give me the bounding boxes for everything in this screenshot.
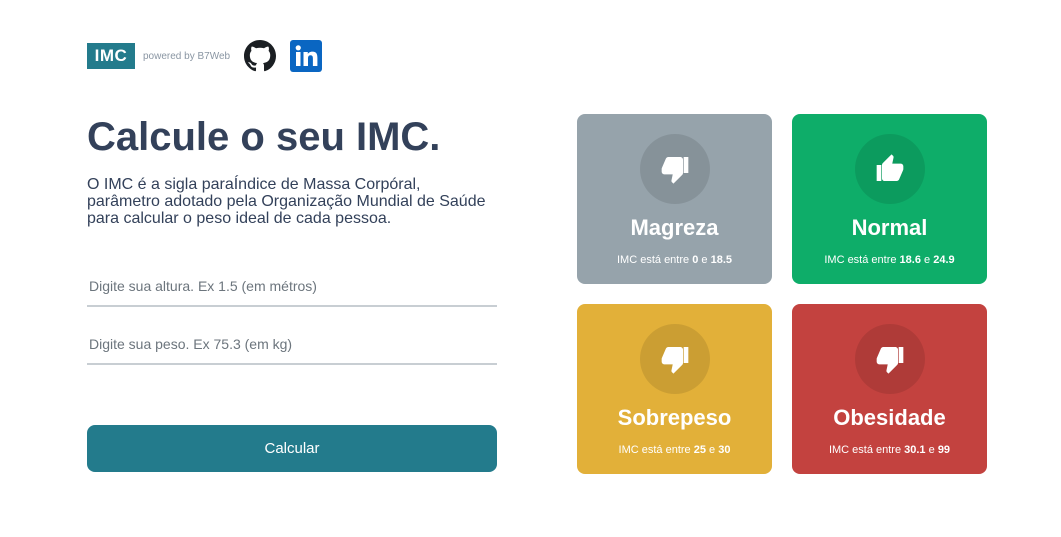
thumbs-down-icon — [854, 324, 925, 394]
card-title: Obesidade — [833, 405, 946, 430]
card-title: Normal — [851, 215, 928, 240]
card-range: IMC está entre 0 e 18.5 — [617, 254, 732, 266]
weight-input[interactable] — [87, 325, 497, 365]
card-range: IMC está entre 30.1 e 99 — [828, 444, 951, 456]
imc-logo: IMC — [87, 43, 135, 69]
github-icon[interactable] — [244, 40, 277, 72]
card-normal: Normal IMC está entre 18.6 e 24.9 — [792, 114, 987, 284]
thumbs-down-icon — [639, 324, 710, 394]
card-title: Magreza — [630, 215, 719, 240]
height-input[interactable] — [87, 267, 497, 307]
calculator-panel: Calcule o seu IMC. O IMC é a sigla paraÍ… — [87, 112, 497, 472]
card-magreza: Magreza IMC está entre 0 e 18.5 — [577, 114, 772, 284]
page-description: O IMC é a sigla paraÍndice de Massa Corp… — [87, 176, 486, 227]
powered-by-text: powered by B7Web — [143, 50, 231, 62]
imc-categories-grid: Magreza IMC está entre 0 e 18.5 Normal I… — [577, 114, 987, 474]
header: IMC powered by B7Web — [87, 40, 323, 72]
card-obesidade: Obesidade IMC está entre 30.1 e 99 — [792, 304, 987, 474]
calculate-button[interactable]: Calcular — [87, 425, 497, 472]
card-sobrepeso: Sobrepeso IMC está entre 25 e 30 — [577, 304, 772, 474]
thumbs-up-icon — [854, 134, 925, 204]
thumbs-down-icon — [639, 134, 710, 204]
card-title: Sobrepeso — [617, 405, 732, 430]
card-range: IMC está entre 25 e 30 — [618, 444, 731, 456]
page-title: Calcule o seu IMC. — [87, 115, 441, 159]
linkedin-icon[interactable] — [290, 40, 323, 72]
card-range: IMC está entre 18.6 e 24.9 — [824, 254, 955, 266]
